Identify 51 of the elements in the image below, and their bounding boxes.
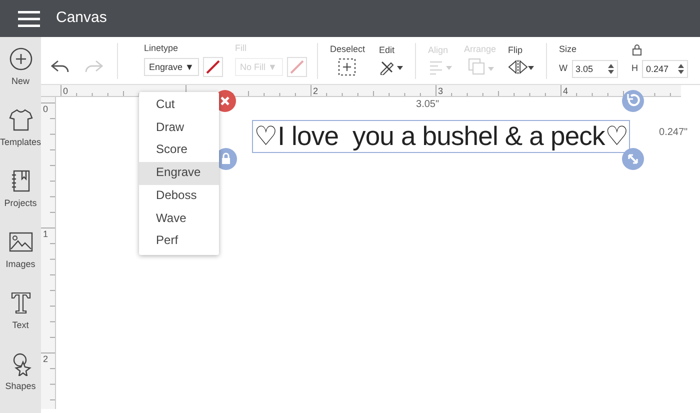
spinner-icon[interactable] — [608, 62, 614, 74]
sidebar-label[interactable]: Text — [12, 318, 29, 332]
linetype-select[interactable]: Engrave ▼ — [144, 58, 199, 76]
arrange-icon — [468, 58, 494, 76]
rotate-handle-icon[interactable] — [622, 90, 644, 112]
sidebar-label[interactable]: Templates — [0, 136, 42, 150]
tool-label: Flip — [508, 46, 524, 55]
color-swatch-icon[interactable] — [202, 57, 223, 77]
ruler-number: 1 — [43, 229, 48, 239]
height-dimension: 0.247" — [659, 126, 688, 140]
size-input[interactable]: 3.05 — [572, 60, 618, 78]
ruler-number: 3 — [438, 86, 444, 96]
ruler-number: 4 — [563, 86, 568, 96]
text-icon[interactable] — [8, 290, 33, 315]
ruler-number: 0 — [43, 104, 48, 114]
edit-icon[interactable] — [378, 59, 403, 75]
menu-option[interactable]: Cut — [139, 94, 220, 117]
plus-circle-icon[interactable] — [8, 46, 33, 71]
tool-label: Edit — [378, 46, 396, 55]
tool-label: Deselect — [330, 45, 365, 54]
sidebar-label[interactable]: Images — [6, 258, 36, 272]
menu-option[interactable]: Deboss — [139, 184, 220, 208]
align-icon — [428, 59, 452, 75]
color-swatch-icon — [286, 57, 307, 77]
tool-label: Linetype — [144, 44, 180, 53]
image-icon[interactable] — [8, 230, 33, 254]
sidebar-label[interactable]: Shapes — [5, 380, 36, 394]
size-label: W — [559, 64, 568, 73]
shirt-icon[interactable] — [8, 108, 33, 132]
deselect-icon[interactable] — [338, 58, 356, 76]
spinner-icon[interactable] — [678, 62, 684, 74]
menu-option[interactable]: Engrave — [139, 162, 220, 185]
lock-icon[interactable] — [630, 44, 643, 56]
tool-label: Size — [559, 45, 577, 54]
undo-icon[interactable] — [51, 60, 70, 74]
sidebar-label[interactable]: New — [12, 74, 30, 88]
size-input[interactable]: 0.247 — [642, 60, 688, 78]
menu-option[interactable]: Wave — [139, 208, 220, 230]
size-label: H — [632, 64, 638, 73]
menu-option[interactable]: Draw — [139, 116, 220, 140]
flip-icon[interactable] — [508, 59, 534, 75]
menu-icon[interactable] — [18, 10, 40, 26]
menu-option[interactable]: Perf — [139, 230, 220, 253]
width-dimension: 3.05" — [416, 98, 440, 112]
ruler-number: 0 — [63, 86, 68, 96]
ruler-number: 2 — [313, 86, 318, 96]
app-title: Canvas — [56, 8, 107, 28]
ruler-number: 2 — [43, 354, 48, 364]
design-text[interactable]: ♡I love you a bushel & a peck♡ — [252, 120, 630, 153]
sidebar-label[interactable]: Projects — [4, 196, 37, 210]
menu-option[interactable]: Score — [139, 139, 220, 162]
